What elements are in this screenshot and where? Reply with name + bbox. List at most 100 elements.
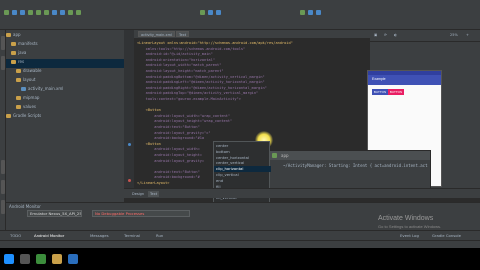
code-line: xmlns:tools="http://schemas.android.com/… [137,46,246,51]
project-tool-tab[interactable] [1,36,5,50]
tree-row[interactable]: mipmap [6,95,124,104]
device-select[interactable]: Emulator Nexus_5X_API_25 [27,210,82,217]
tree-row[interactable]: app [6,32,124,41]
tool-tab-todo[interactable]: TODO [10,233,21,238]
device-config-icon[interactable]: ▣ [372,33,379,38]
structure-tool-tab[interactable] [1,56,5,70]
tool-tab-terminal[interactable]: Terminal [124,233,140,238]
redo-icon[interactable] [36,10,41,15]
folder-icon [11,60,16,64]
favorites-tool-tab[interactable] [1,200,5,214]
project-panel: app manifests java res drawable layout a… [6,30,124,202]
tool-tab-event-log[interactable]: Event Log [400,233,419,238]
undo-icon[interactable] [28,10,33,15]
tree-row[interactable]: res [6,59,124,68]
editor-gutter [124,30,134,188]
avd-manager-icon[interactable] [300,10,305,15]
captures-tool-tab[interactable] [1,160,5,174]
android-studio-taskbar-icon[interactable] [36,254,46,264]
code-line: android:text="Button" [137,169,200,174]
editor-mode-tabs: Design Text [124,188,480,198]
code-line: android:orientation="horizontal" [137,57,215,62]
replace-icon[interactable] [76,10,81,15]
search-icon[interactable] [20,254,30,264]
main-toolbar [0,0,480,30]
code-line: android:layout_width="wrap_content" [137,113,231,118]
code-line: android:paddingTop="@dimen/activity_vert… [137,91,259,96]
code-line: android:text="Button" [137,125,200,129]
code-line: android:background="#1a [137,136,205,141]
code-line: android:background="# [137,175,200,180]
tree-row[interactable]: manifests [6,41,124,50]
folder-icon [11,42,16,46]
code-line: </LinearLayout> [137,181,170,185]
tool-tab-android-monitor[interactable]: Android Monitor [34,233,64,238]
code-line: android:layout_height="match_parent" [137,69,224,73]
run-icon [272,153,277,158]
preview-button-1: BUTTON [372,89,388,95]
file-explorer-icon[interactable] [52,254,62,264]
code-line: android:paddingLeft="@dimen/activity_hor… [137,80,265,85]
code-line: android:paddingRight="@dimen/activity_ho… [137,85,267,90]
folder-icon [16,78,21,82]
gradle-icon [6,114,11,118]
help-icon[interactable] [316,10,321,15]
run-log-line: ~/ActivityManager: Starting: Intent { ac… [283,163,428,168]
theme-icon[interactable]: ◐ [392,33,399,38]
folder-icon [16,69,21,73]
zoom-in-icon[interactable]: + [464,33,471,38]
save-icon[interactable] [12,10,17,15]
browser-icon[interactable] [68,254,78,264]
sync-icon[interactable] [20,10,25,15]
windows-taskbar [0,248,480,270]
folder-icon [16,105,21,109]
tool-window-bar: TODO Android Monitor Messages Terminal R… [0,230,480,240]
activate-windows-title: Activate Windows [378,215,434,222]
error-marker[interactable] [128,179,131,182]
folder-icon [6,33,11,37]
sdk-manager-icon[interactable] [308,10,313,15]
build-variants-tool-tab[interactable] [1,180,5,194]
process-select[interactable]: No Debuggable Processes [92,210,190,217]
monitor-title: Android Monitor [9,204,41,209]
open-icon[interactable] [4,10,9,15]
activate-windows-subtitle: Go to Settings to activate Windows. [378,224,442,229]
tree-label: manifests [18,41,38,46]
tool-tab-gradle-console[interactable]: Gradle Console [432,233,461,238]
tab-activity-main[interactable]: activity_main.xml [138,31,175,37]
code-line: android:layout_width="match_parent" [137,63,222,68]
zoom-level: 25% [450,33,458,37]
start-icon[interactable] [4,254,14,264]
tree-row[interactable]: activity_main.xml [6,86,124,95]
tree-row[interactable]: layout [6,77,124,86]
run-icon[interactable] [200,10,205,15]
code-line: android:layout_width= [137,147,200,152]
find-icon[interactable] [68,10,73,15]
code-line: <Button [137,141,161,146]
tool-tab-run[interactable]: Run [156,233,163,238]
tree-label: java [18,50,27,55]
tree-row[interactable]: java [6,50,124,59]
tab-design[interactable]: Design [130,191,146,197]
tab-text-mode[interactable]: Text [148,191,160,197]
tool-tab-messages[interactable]: Messages [90,233,109,238]
tree-row[interactable]: drawable [6,68,124,77]
app-title: Example [372,77,386,81]
status-bar [0,240,480,248]
attach-debugger-icon[interactable] [216,10,221,15]
tree-row[interactable]: Gradle Scripts [6,113,124,122]
run-window-header: app [269,151,430,160]
folder-icon [16,96,21,100]
code-line: <Button [137,108,161,113]
orientation-icon[interactable]: ⟳ [382,33,389,38]
tab-text[interactable]: Text [176,31,190,37]
xml-file-icon [21,87,26,91]
bookmark-marker[interactable] [128,143,131,146]
paste-icon[interactable] [60,10,65,15]
tree-row[interactable]: values [6,104,124,113]
cut-icon[interactable] [44,10,49,15]
debug-icon[interactable] [208,10,213,15]
copy-icon[interactable] [52,10,57,15]
code-line: android:layout_gravity= [137,158,205,163]
folder-icon [11,51,16,55]
